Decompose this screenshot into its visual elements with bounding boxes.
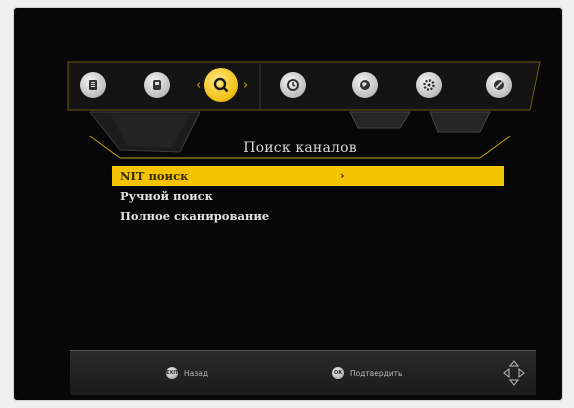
back-hint[interactable]: EXIT Назад (166, 367, 208, 379)
clock-icon[interactable] (280, 72, 306, 98)
back-label: Назад (184, 368, 209, 378)
tv-screen: ‹ › Поиск каналов NIT поиск › Ручной пои… (14, 8, 562, 400)
ok-key-icon: OK (332, 367, 344, 379)
confirm-label: Подтвердить (350, 368, 403, 378)
exit-key-icon: EXIT (166, 367, 179, 379)
menu-item-full-scan[interactable]: Полное сканирование (112, 206, 504, 226)
info-icon[interactable] (80, 72, 106, 98)
menu-list: NIT поиск › Ручной поиск Полное сканиров… (112, 166, 504, 226)
parental-icon[interactable] (144, 72, 170, 98)
menu-item-manual-search[interactable]: Ручной поиск (112, 186, 504, 206)
dpad-icon (503, 360, 525, 386)
chevron-right-icon: › (340, 169, 345, 182)
footer-hint-bar: EXIT Назад OK Подтвердить (70, 350, 536, 395)
confirm-hint[interactable]: OK Подтвердить (332, 367, 402, 379)
globe-icon[interactable] (352, 72, 378, 98)
tools-icon[interactable] (486, 72, 512, 98)
settings-gear-icon[interactable] (416, 72, 442, 98)
search-icon[interactable] (204, 68, 238, 102)
top-icon-bar: ‹ › (68, 66, 538, 116)
page-title: Поиск каналов (243, 140, 357, 156)
osd-menu: ‹ › Поиск каналов NIT поиск › Ручной пои… (50, 32, 550, 395)
menu-item-nit-search[interactable]: NIT поиск › (112, 166, 504, 186)
chevron-left-icon: ‹ (196, 78, 202, 93)
menu-item-label: NIT поиск (120, 169, 189, 183)
menu-item-label: Ручной поиск (120, 189, 213, 203)
chevron-right-icon: › (243, 78, 249, 93)
menu-item-label: Полное сканирование (120, 209, 270, 223)
